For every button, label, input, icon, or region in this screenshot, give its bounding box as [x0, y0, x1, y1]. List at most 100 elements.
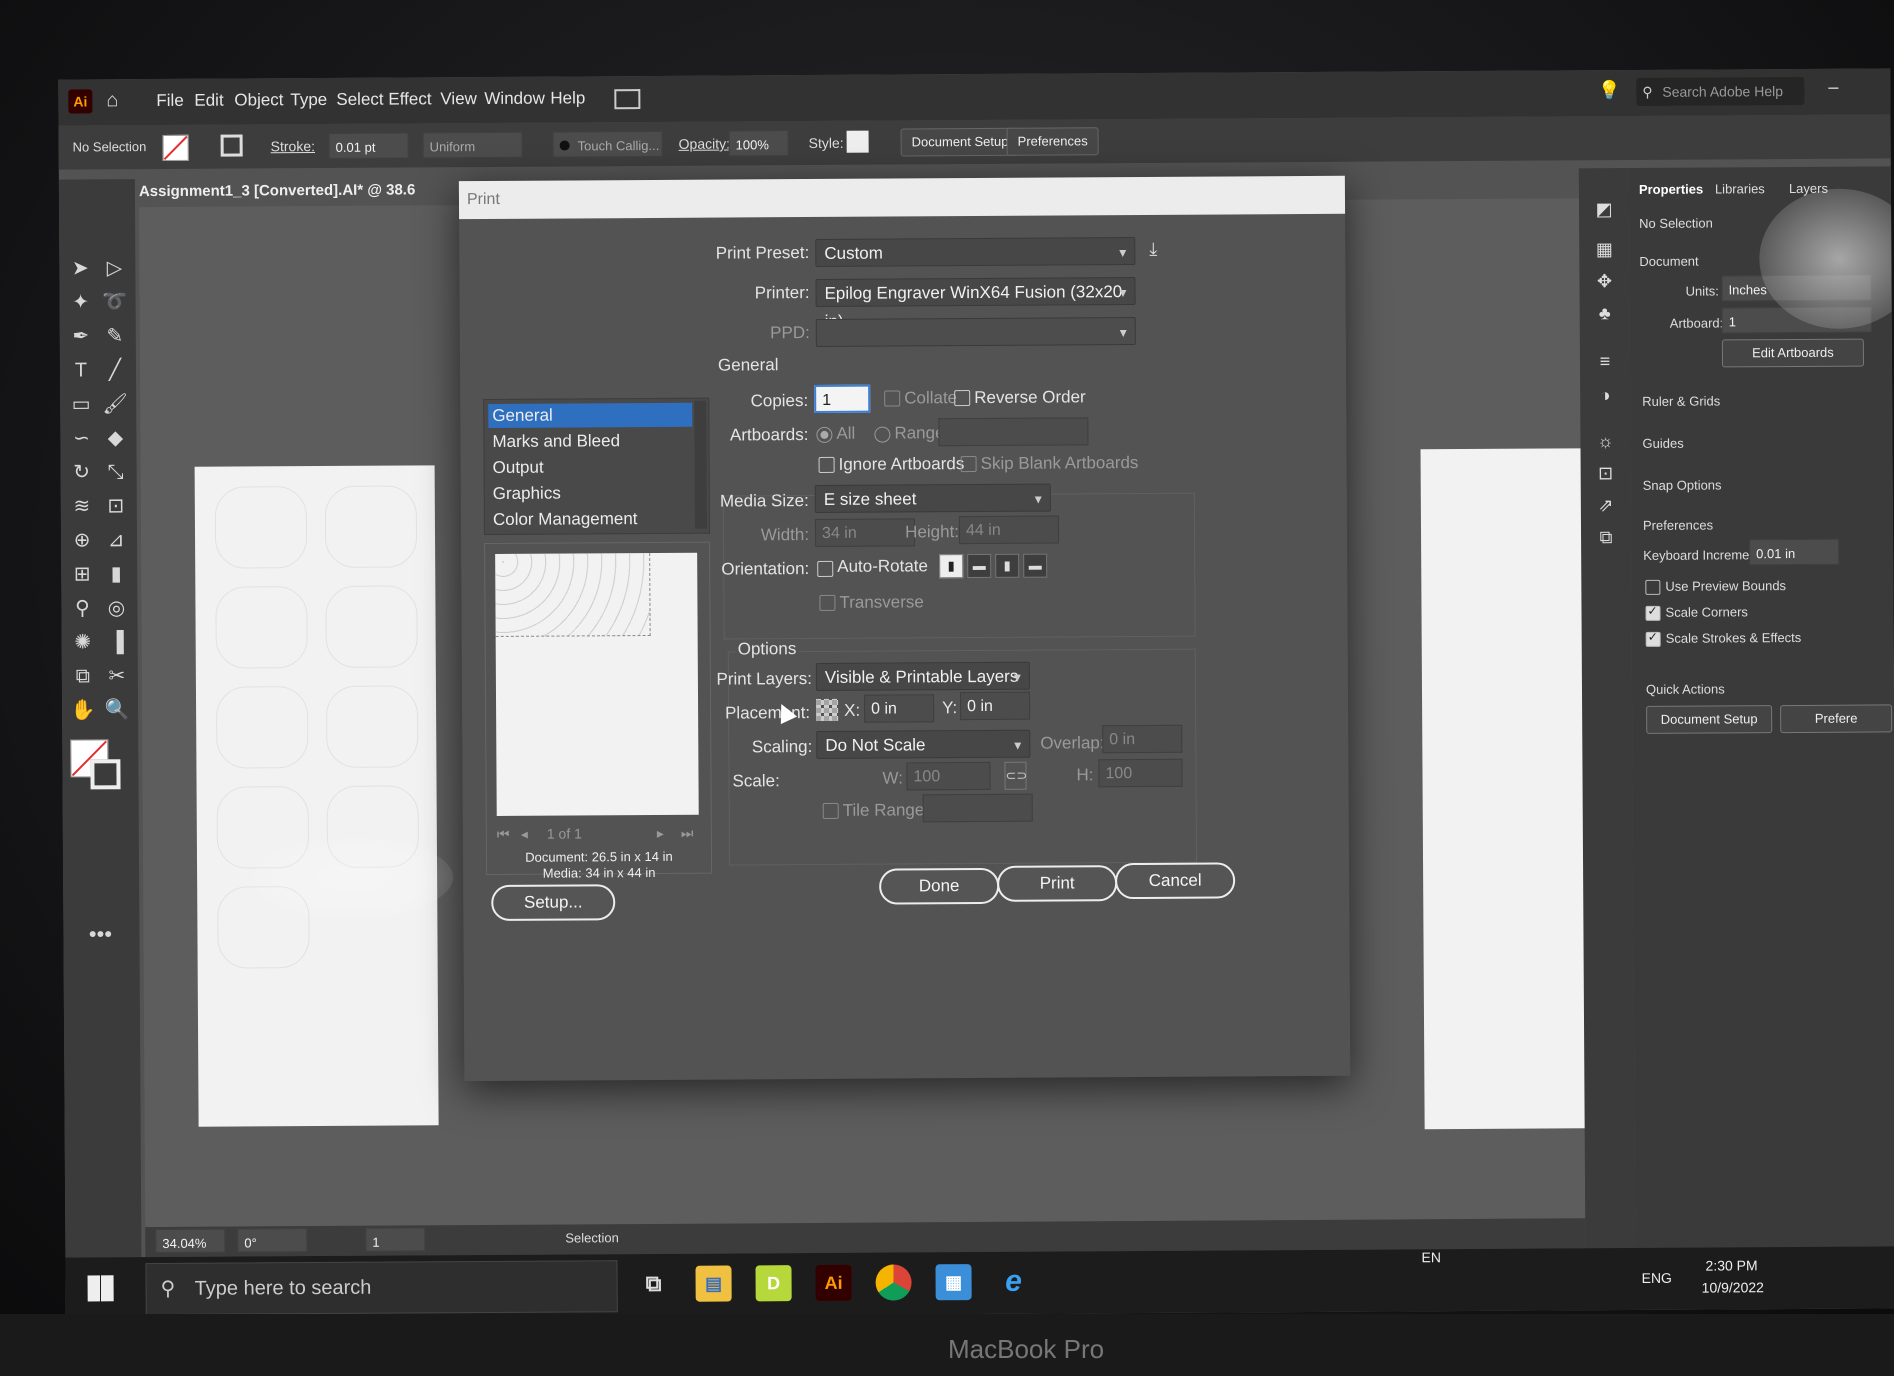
stroke-swatch[interactable] [220, 134, 243, 157]
category-graphics[interactable]: Graphics [489, 481, 693, 506]
skip-blank-checkbox[interactable] [960, 456, 977, 473]
clock-date[interactable]: 10/9/2022 [1702, 1279, 1764, 1295]
menu-object[interactable]: Object [234, 90, 283, 110]
menu-help[interactable]: Help [550, 88, 585, 108]
reverse-order-checkbox[interactable] [954, 390, 971, 407]
selection-tool-icon[interactable]: ➤ [65, 253, 95, 283]
brush-definition[interactable]: Touch Callig... [552, 130, 663, 158]
rectangle-tool-icon[interactable]: ▭ [66, 389, 96, 419]
copies-input[interactable]: 1 [814, 384, 871, 413]
keyboard-increment-input[interactable]: 0.01 in [1749, 538, 1840, 566]
print-layers-select[interactable]: Visible & Printable Layers ▾ [815, 661, 1030, 691]
more-tools-icon[interactable]: ••• [85, 919, 115, 949]
flipped-portrait-icon[interactable]: ▮ [995, 553, 1020, 578]
use-preview-bounds-checkbox[interactable] [1645, 579, 1661, 595]
lasso-icon[interactable]: ➰ [99, 287, 129, 317]
print-button[interactable]: Print [997, 865, 1118, 902]
taskbar-search-input[interactable]: ⚲ Type here to search [145, 1260, 618, 1316]
internet-explorer-icon[interactable]: e [995, 1264, 1031, 1300]
artboards-dock-icon[interactable]: ⧉ [1593, 524, 1619, 550]
first-page-icon[interactable]: ⏮ [497, 826, 510, 843]
media-size-select[interactable]: E size sheet ▾ [814, 483, 1051, 513]
blend-tool-icon[interactable]: ◎ [101, 593, 131, 623]
workspace-icon[interactable] [614, 89, 641, 110]
portrait-orientation-icon[interactable]: ▮ [939, 554, 964, 579]
ppd-select[interactable]: ▾ [815, 317, 1136, 347]
symbols-dock-icon[interactable]: ♣ [1592, 300, 1618, 326]
category-output[interactable]: Output [489, 455, 693, 480]
scale-h-input[interactable]: 100 [1098, 758, 1183, 788]
artboard-tool-icon[interactable]: ⧉ [68, 661, 98, 691]
transverse-checkbox[interactable] [819, 594, 836, 611]
clock-time[interactable]: 2:30 PM [1705, 1257, 1757, 1273]
windows-start-icon[interactable] [87, 1275, 114, 1302]
lightbulb-icon[interactable]: 💡 [1598, 80, 1621, 101]
preferences-button[interactable]: Preferences [1006, 127, 1099, 156]
printer-select[interactable]: Epilog Engraver WinX64 Fusion (32x20 in)… [815, 277, 1136, 331]
mesh-tool-icon[interactable]: ⊞ [67, 559, 97, 589]
transform-dock-icon[interactable]: ⊡ [1593, 460, 1619, 486]
artboards-range-radio[interactable] [874, 426, 891, 443]
shape-builder-icon[interactable]: ⊕ [67, 525, 97, 555]
tab-properties[interactable]: Properties [1639, 182, 1703, 197]
category-marks-bleed[interactable]: Marks and Bleed [488, 429, 692, 454]
home-icon[interactable]: ⌂ [106, 89, 118, 112]
document-tab[interactable]: Assignment1_3 [Converted].AI* @ 38.6 [139, 175, 416, 207]
stroke-color-swatch[interactable] [90, 759, 121, 790]
paintbrush-icon[interactable]: 🖌 [100, 389, 130, 419]
magic-wand-icon[interactable]: ✦ [66, 287, 96, 317]
menu-window[interactable]: Window [484, 89, 545, 109]
x-input[interactable]: 0 in [864, 694, 935, 723]
opacity-input[interactable]: 100% [728, 130, 789, 157]
shaper-tool-icon[interactable]: ∽ [66, 423, 96, 453]
menu-view[interactable]: View [440, 89, 477, 109]
file-explorer-icon[interactable]: ▤ [695, 1265, 732, 1302]
type-tool-icon[interactable]: T [66, 355, 96, 385]
menu-file[interactable]: File [156, 91, 184, 111]
save-preset-icon[interactable]: ⤓ [1149, 239, 1157, 260]
direct-selection-tool-icon[interactable]: ▷ [99, 253, 129, 283]
pen-tool-icon[interactable]: ✒ [66, 321, 96, 351]
chrome-icon[interactable] [875, 1264, 912, 1301]
graph-tool-icon[interactable]: ▐ [102, 627, 132, 657]
zoom-level[interactable]: 34.04% [155, 1228, 226, 1254]
edit-artboards-button[interactable]: Edit Artboards [1721, 338, 1865, 368]
print-preview-page[interactable] [495, 552, 699, 816]
perspective-grid-icon[interactable]: ⊿ [101, 525, 131, 555]
flipped-landscape-icon[interactable]: ▬ [1023, 553, 1048, 578]
scale-tool-icon[interactable]: ⤡ [101, 457, 131, 487]
slice-tool-icon[interactable]: ✂ [102, 661, 132, 691]
category-color-management[interactable]: Color Management [489, 507, 693, 532]
scale-w-input[interactable]: 100 [906, 761, 991, 791]
last-page-icon[interactable]: ⏭ [681, 825, 694, 842]
curvature-tool-icon[interactable]: ✎ [100, 321, 130, 351]
link-icon[interactable]: ⊂⊃ [1004, 761, 1027, 790]
print-preset-select[interactable]: Custom ▾ [815, 237, 1136, 267]
tile-range-checkbox[interactable] [822, 802, 839, 819]
collate-checkbox[interactable] [884, 390, 901, 407]
stroke-weight-input[interactable]: 0.01 pt [328, 132, 409, 159]
tab-libraries[interactable]: Libraries [1715, 181, 1765, 196]
artboard-navigation[interactable]: 1 [365, 1227, 426, 1252]
symbol-sprayer-icon[interactable]: ✺ [68, 627, 98, 657]
align-dock-icon[interactable]: ≡ [1592, 348, 1618, 374]
free-transform-icon[interactable]: ⊡ [101, 491, 131, 521]
done-button[interactable]: Done [879, 867, 1000, 905]
cancel-button[interactable]: Cancel [1115, 862, 1236, 900]
appearance-dock-icon[interactable]: ☼ [1592, 428, 1618, 454]
menu-type[interactable]: Type [290, 90, 327, 110]
landscape-orientation-icon[interactable]: ▬ [967, 553, 992, 579]
tile-range-input[interactable] [922, 793, 1033, 823]
qa-document-setup-button[interactable]: Document Setup [1646, 705, 1773, 734]
task-view-icon[interactable]: ⧉ [635, 1266, 671, 1302]
eraser-icon[interactable]: ◆ [100, 423, 130, 453]
variable-width-profile[interactable]: Uniform [422, 131, 523, 159]
menu-select[interactable]: Select [336, 90, 383, 110]
illustrator-taskbar-icon[interactable]: Ai [815, 1264, 852, 1302]
menu-edit[interactable]: Edit [194, 91, 223, 111]
line-tool-icon[interactable]: ╱ [100, 355, 130, 385]
properties-dock-icon[interactable]: ◩ [1591, 196, 1617, 222]
placement-grid-icon[interactable] [816, 698, 839, 721]
brushes-dock-icon[interactable]: ✥ [1591, 268, 1617, 294]
y-input[interactable]: 0 in [959, 691, 1031, 721]
